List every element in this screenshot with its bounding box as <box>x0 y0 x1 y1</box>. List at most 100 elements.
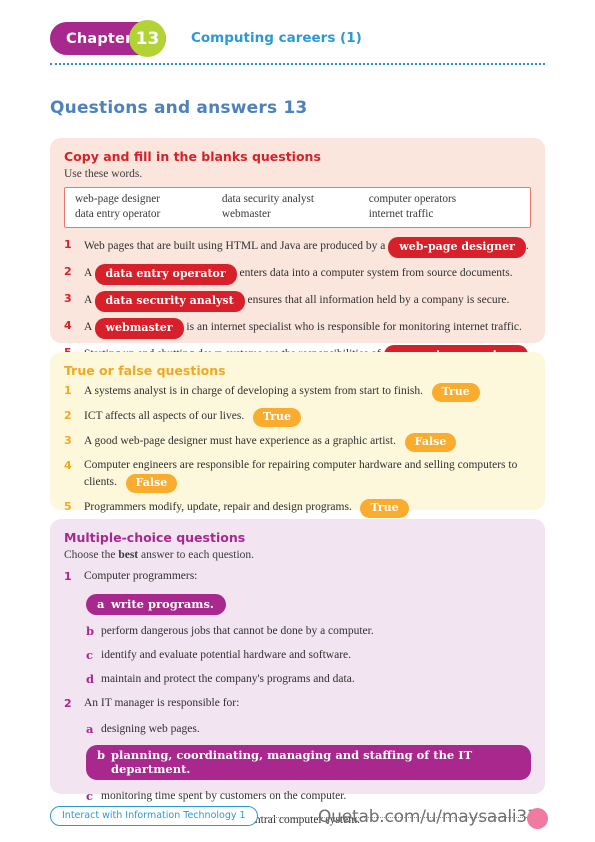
question-stem: An IT manager is responsible for: <box>84 697 240 709</box>
word-bank-item: web-page designer <box>75 193 161 205</box>
question-text-after: ensures that all information held by a c… <box>244 294 510 306</box>
question-number: 2 <box>64 697 72 710</box>
mc-option-label: write programs. <box>111 597 214 611</box>
watermark-text: Quetab.com/u/maysaali33 <box>318 807 538 827</box>
question-statement: A systems analyst is in charge of develo… <box>84 385 423 397</box>
question-stem: Computer programmers: <box>84 570 198 582</box>
question-number: 1 <box>64 238 72 251</box>
word-bank: web-page designer data entry operator da… <box>64 187 531 228</box>
mc-option-letter: b <box>86 624 95 638</box>
answer-pill: webmaster <box>94 318 184 339</box>
answer-pill: True <box>360 499 409 518</box>
question-row: 2 ICT affects all aspects of our lives. … <box>64 407 531 427</box>
question-text: A systems analyst is in charge of develo… <box>84 382 531 402</box>
fill-blanks-instruction: Use these words. <box>64 168 143 180</box>
question-text: A webmaster is an internet specialist wh… <box>84 317 531 339</box>
question-row: 4 A webmaster is an internet specialist … <box>64 317 531 339</box>
answer-pill: False <box>125 474 178 493</box>
question-text: ICT affects all aspects of our lives. Tr… <box>84 407 531 427</box>
watermark-badge-icon <box>527 808 548 829</box>
mc-option[interactable]: b perform dangerous jobs that cannot be … <box>86 623 531 639</box>
word-bank-column: computer operators internet traffic <box>369 192 516 222</box>
book-title-badge: Interact with Information Technology 1 <box>50 806 258 826</box>
mc-option-letter: a <box>97 597 105 611</box>
chapter-number-circle: 13 <box>129 20 166 57</box>
mc-option-correct[interactable]: b planning, coordinating, managing and s… <box>86 745 531 780</box>
mc-option[interactable]: c identify and evaluate potential hardwa… <box>86 647 531 663</box>
multiple-choice-instruction: Choose the best answer to each question. <box>64 549 531 561</box>
word-bank-item: webmaster <box>221 208 271 220</box>
question-text-after: enters data into a computer system from … <box>236 267 513 279</box>
question-row: 1 Web pages that are built using HTML an… <box>64 236 531 258</box>
page-title: Questions and answers 13 <box>50 98 308 118</box>
question-text: A data security analyst ensures that all… <box>84 290 531 312</box>
question-text: Web pages that are built using HTML and … <box>84 236 531 258</box>
mc-option-label: maintain and protect the company's progr… <box>101 673 355 685</box>
mc-option-letter: d <box>86 672 95 686</box>
question-statement: ICT affects all aspects of our lives. <box>84 410 245 422</box>
question-text: Computer engineers are responsible for r… <box>84 457 531 493</box>
mc-option-label: perform dangerous jobs that cannot be do… <box>101 625 374 637</box>
word-bank-item: internet traffic <box>368 208 434 220</box>
question-number: 1 <box>64 570 72 583</box>
mc-option-letter: a <box>86 722 94 736</box>
question-number: 1 <box>64 384 72 397</box>
mc-option-label: monitoring time spent by customers on th… <box>101 790 347 802</box>
question-number: 4 <box>64 459 72 472</box>
question-row: 2 A data entry operator enters data into… <box>64 263 531 285</box>
mc-option-letter: b <box>97 748 106 762</box>
mc-option[interactable]: c monitoring time spent by customers on … <box>86 788 531 804</box>
question-statement: Programmers modify, update, repair and d… <box>84 501 352 513</box>
mc-option-letter: c <box>86 648 94 662</box>
chapter-label: Chapter <box>66 30 133 47</box>
question-text: Programmers modify, update, repair and d… <box>84 498 531 518</box>
question-text: A good web-page designer must have exper… <box>84 432 531 452</box>
chapter-title: Computing careers (1) <box>191 30 362 46</box>
multiple-choice-heading: Multiple-choice questions <box>64 530 246 545</box>
question-row: 2 An IT manager is responsible for: <box>64 695 531 712</box>
mc-option[interactable]: d maintain and protect the company's pro… <box>86 671 531 687</box>
answer-pill: False <box>404 433 457 452</box>
true-false-section: True or false questions 1 A systems anal… <box>50 352 545 518</box>
word-bank-column: web-page designer data entry operator <box>75 192 222 222</box>
word-bank-item: data entry operator <box>75 208 161 220</box>
word-bank-item: computer operators <box>368 193 457 205</box>
answer-pill: data entry operator <box>94 264 237 285</box>
fill-blanks-section: Copy and fill in the blanks questions Us… <box>50 138 545 366</box>
instruction-after: answer to each question. <box>138 549 255 561</box>
true-false-heading: True or false questions <box>64 363 226 378</box>
question-number: 2 <box>64 409 72 422</box>
question-row: 1 Computer programmers: <box>64 568 531 585</box>
question-text-before: Web pages that are built using HTML and … <box>84 240 389 252</box>
question-text: A data entry operator enters data into a… <box>84 263 531 285</box>
fill-blanks-heading: Copy and fill in the blanks questions <box>64 149 321 164</box>
answer-pill: True <box>431 383 480 402</box>
answer-pill: data security analyst <box>94 291 245 312</box>
question-row: 5 Programmers modify, update, repair and… <box>64 498 531 518</box>
question-text-after: is an internet specialist who is respons… <box>183 321 522 333</box>
question-text-before: A <box>84 267 95 279</box>
mc-option-correct[interactable]: a write programs. <box>86 594 226 615</box>
instruction-before: Choose the <box>64 549 119 561</box>
question-row: 1 A systems analyst is in charge of deve… <box>64 382 531 402</box>
chapter-number: 13 <box>135 28 160 49</box>
word-bank-item: data security analyst <box>221 193 315 205</box>
question-number: 4 <box>64 319 72 332</box>
header-divider <box>50 63 545 65</box>
mc-option-letter: c <box>86 789 94 803</box>
question-number: 2 <box>64 265 72 278</box>
question-number: 3 <box>64 434 72 447</box>
mc-option-label: designing web pages. <box>101 723 200 735</box>
mc-option-label: planning, coordinating, managing and sta… <box>111 748 473 776</box>
chapter-header: Chapter 13 Computing careers (1) <box>50 20 545 62</box>
answer-pill: True <box>252 408 302 427</box>
question-statement: A good web-page designer must have exper… <box>84 435 396 447</box>
mc-option[interactable]: a designing web pages. <box>86 721 531 737</box>
question-text-before: A <box>84 321 95 333</box>
question-number: 3 <box>64 292 72 305</box>
word-bank-column: data security analyst webmaster <box>222 192 369 222</box>
multiple-choice-section: Multiple-choice questions Choose the bes… <box>50 519 545 827</box>
instruction-emphasis: best <box>118 549 139 561</box>
question-number: 5 <box>64 500 72 513</box>
question-row: 3 A good web-page designer must have exp… <box>64 432 531 452</box>
